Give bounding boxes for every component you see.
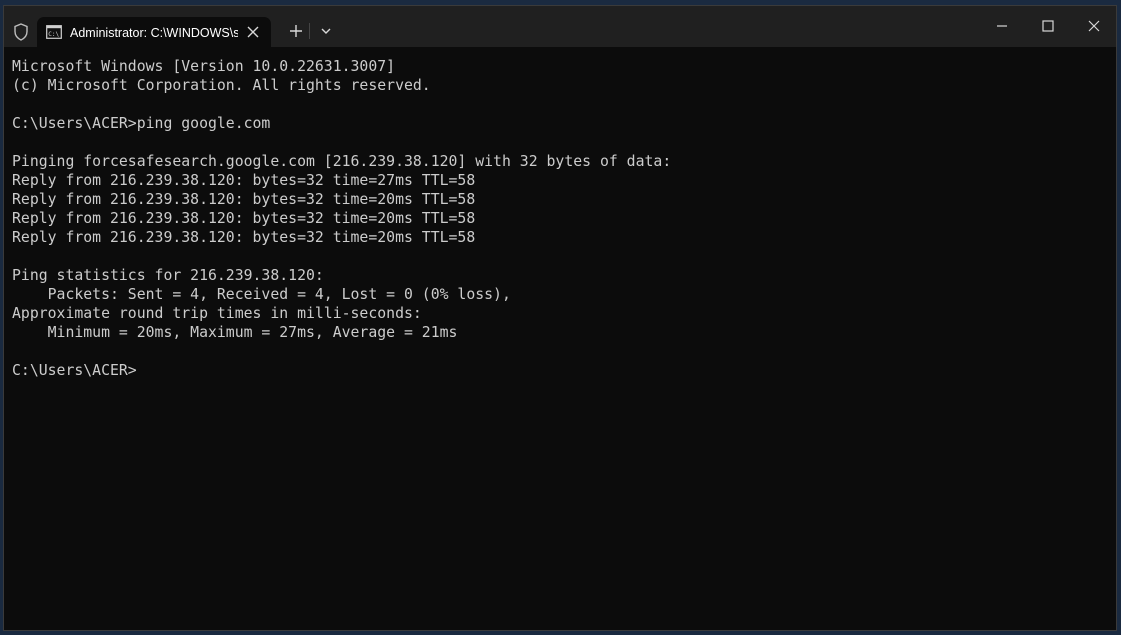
maximize-icon — [1042, 20, 1054, 32]
minimize-button[interactable] — [979, 6, 1025, 47]
terminal-output[interactable]: Microsoft Windows [Version 10.0.22631.30… — [12, 57, 1108, 617]
terminal-line: C:\Users\ACER>ping google.com — [12, 115, 271, 132]
shield-icon — [13, 23, 29, 41]
terminal-line: Packets: Sent = 4, Received = 4, Lost = … — [12, 286, 511, 303]
terminal-line: (c) Microsoft Corporation. All rights re… — [12, 77, 431, 94]
terminal-line: Minimum = 20ms, Maximum = 27ms, Average … — [12, 324, 458, 341]
close-icon[interactable] — [243, 22, 263, 42]
close-icon — [1088, 20, 1100, 32]
minimize-icon — [997, 25, 1007, 27]
close-window-button[interactable] — [1071, 6, 1116, 47]
cmd-icon: C:\ — [46, 25, 62, 39]
terminal-line: Reply from 216.239.38.120: bytes=32 time… — [12, 172, 476, 189]
maximize-button[interactable] — [1025, 6, 1071, 47]
terminal-line: Reply from 216.239.38.120: bytes=32 time… — [12, 229, 476, 246]
terminal-line: Microsoft Windows [Version 10.0.22631.30… — [12, 58, 396, 75]
terminal-line: Ping statistics for 216.239.38.120: — [12, 267, 324, 284]
plus-icon[interactable] — [286, 21, 306, 41]
svg-text:C:\: C:\ — [48, 31, 59, 38]
chevron-down-icon[interactable] — [316, 21, 336, 41]
terminal-line: Pinging forcesafesearch.google.com [216.… — [12, 153, 672, 170]
tab-separator — [309, 23, 310, 39]
terminal-line: Reply from 216.239.38.120: bytes=32 time… — [12, 210, 476, 227]
terminal-line: C:\Users\ACER> — [12, 362, 137, 379]
terminal-line: Reply from 216.239.38.120: bytes=32 time… — [12, 191, 476, 208]
tab-cmd[interactable]: C:\ Administrator: C:\WINDOWS\system32\c… — [37, 17, 271, 47]
terminal-line: Approximate round trip times in milli-se… — [12, 305, 422, 322]
title-bar: C:\ Administrator: C:\WINDOWS\system32\c… — [4, 6, 1116, 47]
tab-title: Administrator: C:\WINDOWS\system32\cmd.e… — [70, 26, 238, 40]
terminal-window: C:\ Administrator: C:\WINDOWS\system32\c… — [3, 5, 1117, 631]
